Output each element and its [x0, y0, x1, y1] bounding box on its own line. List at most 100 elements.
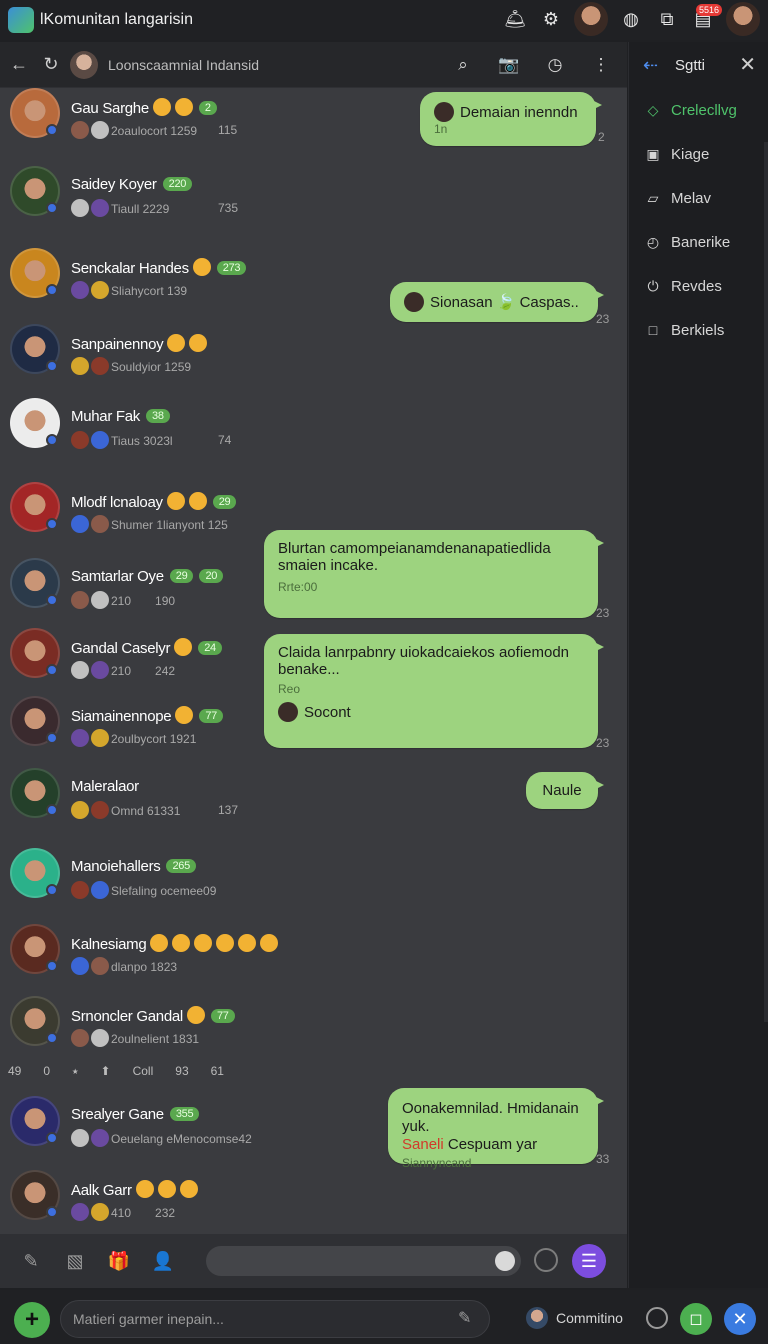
- emoji-icon[interactable]: [495, 1251, 515, 1271]
- back-arrow-icon[interactable]: ←: [6, 52, 32, 78]
- member-subtext: 210: [111, 664, 132, 678]
- member-name-line: Samtarlar Oye 29 20: [71, 568, 224, 585]
- menu-button[interactable]: ☰: [572, 1244, 606, 1278]
- presence-dot: [46, 1206, 58, 1218]
- member-row[interactable]: Sanpainennoy Souldyior 1259: [10, 324, 310, 388]
- grid-icon[interactable]: ⋮: [589, 53, 613, 77]
- person-icon[interactable]: 👤: [150, 1248, 176, 1274]
- sidebar-item-label: Banerike: [671, 233, 731, 251]
- reaction-icon: [71, 591, 89, 609]
- pen-icon[interactable]: ✎: [458, 1308, 471, 1328]
- channel-avatar[interactable]: [70, 50, 98, 79]
- member-name: Srnoncler Gandal: [71, 1008, 183, 1025]
- member-subtext: Sliahycort 139: [111, 284, 188, 298]
- member-name-line: Gau Sarghe 2: [71, 98, 217, 117]
- profile-avatar[interactable]: [726, 2, 760, 36]
- paperclip-icon[interactable]: ✎: [18, 1248, 44, 1274]
- member-name: Srealyer Gane: [71, 1106, 164, 1123]
- message-text-2: Caspas..: [519, 294, 579, 311]
- member-subline: Tiaus 3023l: [71, 431, 173, 449]
- diamond-icon: ◇: [647, 101, 659, 118]
- message-bubble[interactable]: Naule: [526, 772, 604, 809]
- member-row[interactable]: Manoiehallers 265 Slefaling ocemee09: [10, 848, 310, 912]
- sidebar-item-revdes[interactable]: ⏻ Revdes: [629, 264, 768, 308]
- timer-icon[interactable]: [534, 1248, 558, 1272]
- reaction-icon: [91, 591, 109, 609]
- app-logo: [8, 7, 34, 33]
- close-button[interactable]: ✕: [724, 1303, 756, 1335]
- member-row[interactable]: Aalk Garr 410 232: [10, 1170, 310, 1234]
- member-subtext: Tiaus 3023l: [111, 434, 173, 448]
- member-row[interactable]: Srnoncler Gandal 77 2oulnelient 1831: [10, 996, 310, 1060]
- member-row[interactable]: Maleralaor Omnd 61331 137: [10, 768, 310, 832]
- status-value: 0: [43, 1064, 51, 1078]
- member-subtext: 2oaulocort 1259: [111, 124, 198, 138]
- member-subline: Slefaling ocemee09: [71, 881, 216, 899]
- bell-icon[interactable]: 🛎: [502, 6, 528, 32]
- app-titlebar: lKomunitan langarisin 🛎 ⚙ ◍ ⧉ ▤ 5516: [0, 0, 768, 40]
- message-input[interactable]: [60, 1300, 490, 1338]
- member-badge: 38: [146, 409, 170, 423]
- sidebar-item-kiage[interactable]: ▣ Kiage: [629, 132, 768, 176]
- user-avatar[interactable]: [574, 2, 608, 36]
- history-icon[interactable]: ◷: [543, 53, 567, 77]
- sidebar-item-crelecllvg[interactable]: ◇ Crelecllvg: [629, 88, 768, 132]
- message-bubble[interactable]: Blurtan camompeianamdenanapatiedlida sma…: [264, 530, 604, 618]
- sidebar-item-melav[interactable]: ▱ Melav: [629, 176, 768, 220]
- member-subtext: 2oulnelient 1831: [111, 1032, 200, 1046]
- member-row[interactable]: Senckalar Handes 273 Sliahycort 139: [10, 248, 310, 312]
- member-row[interactable]: Muhar Fak 38 Tiaus 3023l 74: [10, 398, 310, 462]
- sidebar-item-banerike[interactable]: ◴ Banerike: [629, 220, 768, 264]
- member-row[interactable]: Mlodf lcnaloay 29 Shumer 1lianyont 125: [10, 482, 310, 546]
- member-row[interactable]: Gau Sarghe 2 2oaulocort 1259 115: [10, 88, 310, 152]
- refresh-icon[interactable]: ↻: [38, 52, 64, 78]
- reaction-icon: [71, 661, 89, 679]
- status-value: 61: [210, 1064, 224, 1078]
- sidebar-item-berkiels[interactable]: □ Berkiels: [629, 308, 768, 352]
- status-button[interactable]: ◻: [680, 1303, 712, 1335]
- add-button[interactable]: +: [14, 1302, 50, 1338]
- sidebar-scrollbar[interactable]: [764, 142, 768, 1022]
- message-time: 2: [598, 130, 605, 144]
- message-text-2: Cespuam yar: [447, 1136, 538, 1153]
- camera-icon[interactable]: 📷: [497, 53, 521, 77]
- member-row[interactable]: Saidey Koyer 220 Tiaull 2229 735: [10, 166, 310, 230]
- message-bubble[interactable]: Claida lanrpabnry uiokadcaiekos aofiemod…: [264, 634, 604, 748]
- member-subline: Tiaull 2229: [71, 199, 169, 217]
- message-text: Claida lanrpabnry uiokadcaiekos aofiemod…: [278, 644, 570, 678]
- search-icon[interactable]: ⌕: [451, 53, 475, 77]
- emoji-icon: [152, 98, 171, 116]
- member-row[interactable]: Kalnesiamg dlanpo 1823: [10, 924, 310, 988]
- message-bubble[interactable]: Oonakemnilad. Hmidanain yuk. Saneli Cesp…: [388, 1088, 604, 1170]
- gear-icon[interactable]: ⚙: [538, 6, 564, 32]
- composer-bar[interactable]: [206, 1246, 521, 1276]
- presence-dot: [46, 1032, 58, 1044]
- window-icon[interactable]: ⧉: [654, 6, 680, 32]
- user-avatar[interactable]: [526, 1307, 548, 1329]
- presence-dot: [46, 594, 58, 606]
- member-name-line: Siamainennope 77: [71, 706, 223, 725]
- gift-icon[interactable]: 🎁: [106, 1248, 132, 1274]
- user-label: Commitino: [556, 1310, 623, 1326]
- mic-icon[interactable]: [646, 1307, 668, 1329]
- upload-icon[interactable]: ⬆: [101, 1064, 111, 1079]
- back-arrow-icon[interactable]: ⇠: [643, 55, 667, 76]
- close-icon[interactable]: ✕: [739, 52, 756, 77]
- palette-icon[interactable]: ◍: [618, 6, 644, 32]
- reaction-icon: [71, 1129, 89, 1147]
- message-meta: Rrte:00: [278, 580, 318, 594]
- presence-dot: [46, 124, 58, 136]
- image-icon[interactable]: ▧: [62, 1248, 88, 1274]
- emoji-icon: [172, 934, 191, 952]
- right-sidebar: ⇠ Sgtti ✕ ◇ Crelecllvg ▣ Kiage ▱ Melav ◴ Ban…: [628, 42, 768, 1288]
- message-bubble[interactable]: Demaian inenndn 1n: [420, 92, 602, 146]
- member-name-line: Mlodf lcnaloay 29: [71, 492, 237, 511]
- reaction-icon: [71, 729, 89, 747]
- reaction-icon: [91, 801, 109, 819]
- member-subtext-2: 190: [155, 594, 176, 608]
- inbox-icon[interactable]: ▤ 5516: [690, 4, 722, 32]
- member-subline: 2oulnelient 1831: [71, 1029, 199, 1047]
- member-row[interactable]: Srealyer Gane 355 Oeuelang eMenocomse42: [10, 1096, 310, 1160]
- message-bubble[interactable]: Sionasan 🍃 Caspas..: [390, 282, 604, 322]
- reaction-icon: [71, 881, 89, 899]
